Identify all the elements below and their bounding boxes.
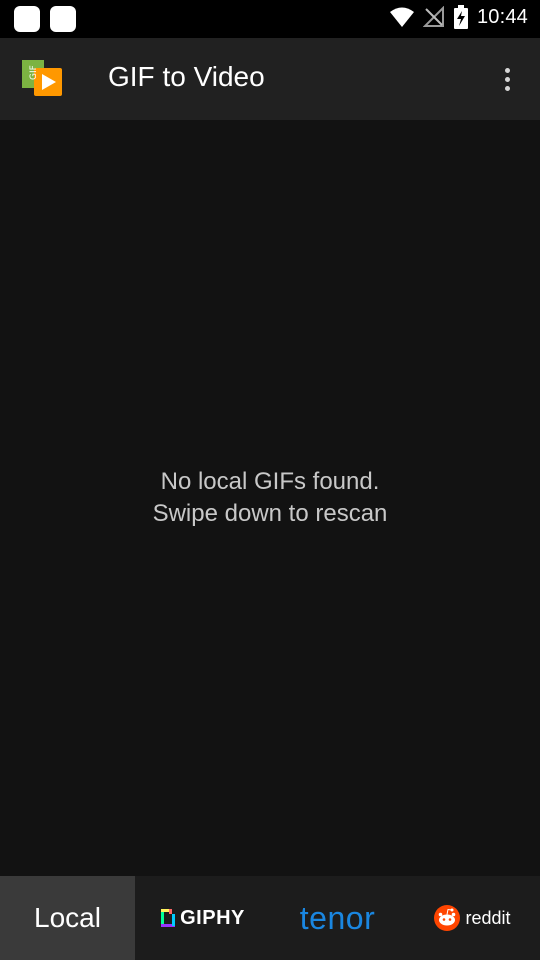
- app-bar: GIF GIF to Video: [0, 38, 540, 120]
- empty-line-2: Swipe down to rescan: [152, 500, 388, 527]
- reddit-logo: reddit: [434, 905, 511, 931]
- giphy-logo: GIPHY: [160, 907, 245, 930]
- tab-reddit[interactable]: reddit: [405, 876, 540, 960]
- tab-reddit-label: reddit: [465, 907, 511, 928]
- tab-local-label: Local: [34, 902, 101, 933]
- signal-off-icon: [422, 6, 444, 27]
- empty-line-1: No local GIFs found.: [160, 468, 380, 495]
- tab-giphy[interactable]: GIPHY: [135, 876, 270, 960]
- menu-dot: [504, 76, 510, 82]
- app-title: GIF to Video: [108, 61, 265, 92]
- notification-icon: [50, 6, 76, 32]
- menu-dot: [504, 67, 510, 73]
- gif-video-logo-icon: GIF: [22, 60, 62, 96]
- empty-state-message: No local GIFs found. Swipe down to resca…: [0, 466, 540, 530]
- tab-giphy-label: GIPHY: [180, 906, 245, 929]
- giphy-logo-icon: [161, 909, 176, 927]
- notification-icons: [14, 6, 76, 32]
- battery-charging-icon: [453, 5, 468, 29]
- clock: 10:44: [476, 5, 528, 28]
- status-bar: 10:44: [0, 0, 540, 38]
- tab-tenor-label: tenor: [299, 899, 376, 936]
- tab-tenor[interactable]: tenor: [270, 876, 405, 960]
- wifi-icon: [389, 7, 414, 27]
- notification-icon: [14, 6, 40, 32]
- bottom-tab-bar: Local GIPHY tenor reddit: [0, 876, 540, 960]
- overflow-menu-icon[interactable]: [492, 64, 522, 94]
- system-status: 10:44: [389, 5, 528, 29]
- tab-local[interactable]: Local: [0, 876, 135, 960]
- menu-dot: [504, 85, 510, 91]
- reddit-logo-icon: [434, 905, 461, 931]
- local-gif-list[interactable]: No local GIFs found. Swipe down to resca…: [0, 120, 540, 876]
- logo-text: GIF: [29, 65, 39, 80]
